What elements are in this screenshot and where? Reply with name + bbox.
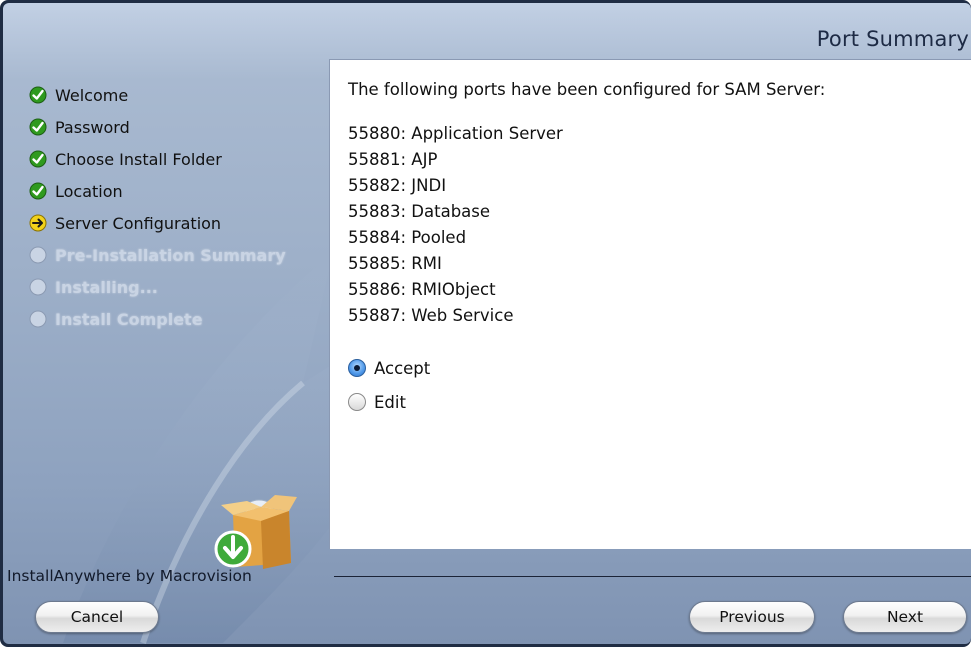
option-edit[interactable]: Edit xyxy=(348,385,971,419)
empty-circle-icon xyxy=(29,310,47,328)
check-circle-icon xyxy=(29,118,47,136)
step-label: Pre-Installation Summary xyxy=(55,245,286,265)
port-line: 55884: Pooled xyxy=(348,228,467,247)
port-line: 55886: RMIObject xyxy=(348,280,496,299)
step-item: Location xyxy=(29,175,329,207)
branding-row: InstallAnywhere by Macrovision xyxy=(3,563,971,585)
step-item: Welcome xyxy=(29,79,329,111)
check-circle-icon xyxy=(29,182,47,200)
step-label: Installing... xyxy=(55,277,158,297)
port-line: 55880: Application Server xyxy=(348,124,563,143)
option-accept[interactable]: Accept xyxy=(348,351,971,385)
cancel-button[interactable]: Cancel xyxy=(35,601,159,633)
step-item: Password xyxy=(29,111,329,143)
step-item: Pre-Installation Summary xyxy=(29,239,329,271)
installer-box-icon xyxy=(211,487,297,571)
check-circle-icon xyxy=(29,86,47,104)
step-item: Installing... xyxy=(29,271,329,303)
empty-circle-icon xyxy=(29,246,47,264)
step-item: Server Configuration xyxy=(29,207,329,239)
branding-divider xyxy=(334,576,971,577)
step-label: Choose Install Folder xyxy=(55,149,222,169)
step-label: Server Configuration xyxy=(55,213,222,233)
next-button[interactable]: Next xyxy=(843,601,967,633)
installer-window: Port Summary Welcome Password Choose Insta… xyxy=(0,0,971,647)
intro-text: The following ports have been configured… xyxy=(348,80,826,99)
steps-list: Welcome Password Choose Install Folder Loca… xyxy=(29,79,329,335)
installer-frame: Port Summary Welcome Password Choose Insta… xyxy=(3,3,971,644)
ports-list: 55880: Application Server 55881: AJP 55882… xyxy=(348,121,971,329)
radio-button[interactable] xyxy=(348,359,366,377)
step-label: Password xyxy=(55,117,130,137)
port-line: 55887: Web Service xyxy=(348,306,514,325)
radio-button[interactable] xyxy=(348,393,366,411)
page-title: Port Summary xyxy=(816,27,969,51)
step-label: Welcome xyxy=(55,85,129,105)
port-line: 55883: Database xyxy=(348,202,491,221)
step-label: Install Complete xyxy=(55,309,203,329)
step-item: Install Complete xyxy=(29,303,329,335)
previous-button[interactable]: Previous xyxy=(689,601,815,633)
option-label: Accept xyxy=(374,358,431,378)
empty-circle-icon xyxy=(29,278,47,296)
port-line: 55885: RMI xyxy=(348,254,442,273)
content-panel: The following ports have been configured… xyxy=(329,59,971,549)
option-label: Edit xyxy=(374,392,406,412)
port-line: 55881: AJP xyxy=(348,150,438,169)
port-line: 55882: JNDI xyxy=(348,176,447,195)
step-item: Choose Install Folder xyxy=(29,143,329,175)
branding-text: InstallAnywhere by Macrovision xyxy=(7,567,252,585)
arrow-circle-icon xyxy=(29,214,47,232)
step-label: Location xyxy=(55,181,123,201)
check-circle-icon xyxy=(29,150,47,168)
choices-group: Accept Edit xyxy=(348,351,971,419)
